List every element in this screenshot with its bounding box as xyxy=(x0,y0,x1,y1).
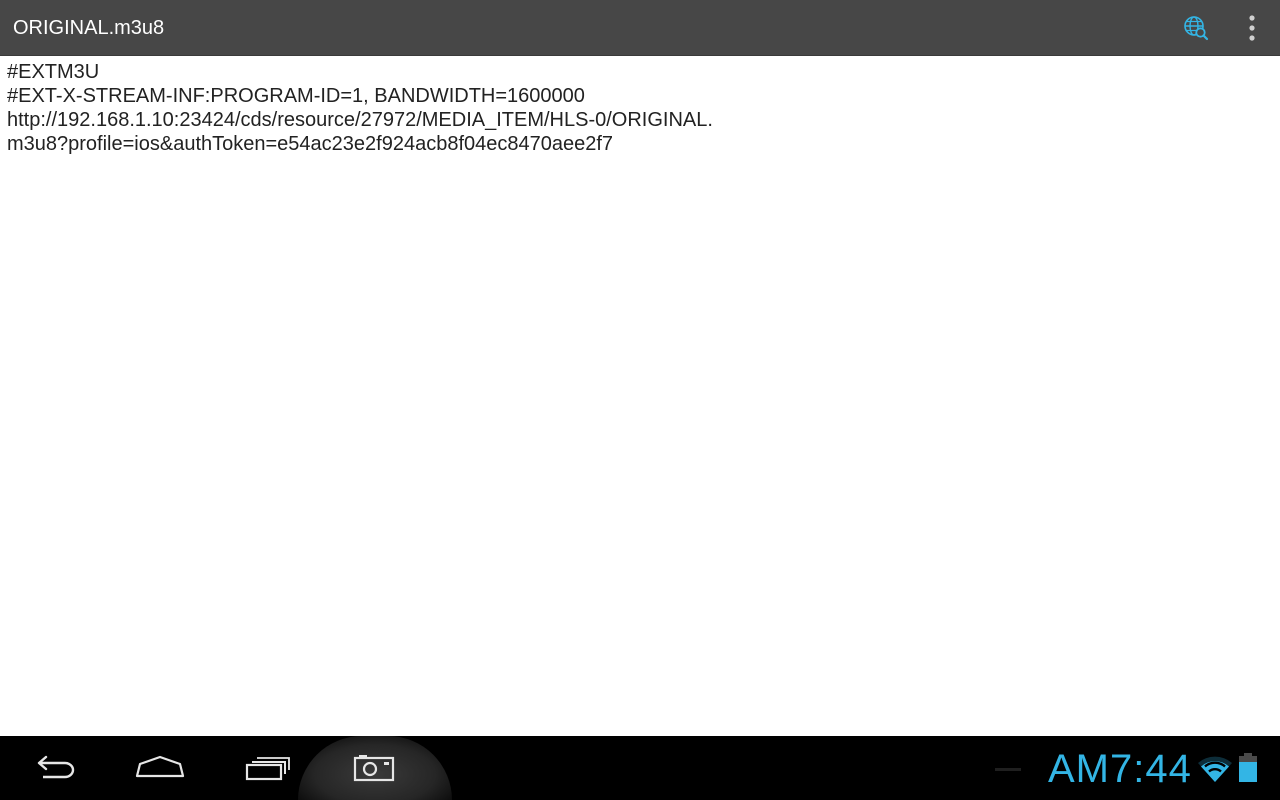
home-icon xyxy=(135,755,185,778)
screen: ORIGINAL.m3u8 #EXTM3U #EXT-X-STREAM-INF:… xyxy=(0,0,1280,800)
notification-indicator[interactable] xyxy=(995,768,1021,771)
home-button[interactable] xyxy=(128,746,192,790)
screenshot-button[interactable] xyxy=(342,746,406,790)
recent-apps-icon xyxy=(245,757,290,781)
overflow-menu-button[interactable] xyxy=(1232,8,1272,48)
overflow-menu-icon xyxy=(1249,15,1255,41)
camera-icon xyxy=(353,755,395,782)
status-clock[interactable]: AM7:44 xyxy=(1048,746,1192,792)
wifi-icon xyxy=(1198,756,1232,782)
content-line: #EXTM3U xyxy=(7,61,100,83)
back-button[interactable] xyxy=(21,746,85,790)
recent-apps-button[interactable] xyxy=(236,746,300,790)
content-line: #EXT-X-STREAM-INF:PROGRAM-ID=1, BANDWIDT… xyxy=(7,85,585,107)
content-line: m3u8?profile=ios&authToken=e54ac23e2f924… xyxy=(7,133,614,155)
back-icon xyxy=(37,755,75,779)
content-line: http://192.168.1.10:23424/cds/resource/2… xyxy=(7,109,713,131)
globe-search-icon xyxy=(1184,16,1209,41)
action-bar: ORIGINAL.m3u8 xyxy=(0,0,1280,56)
globe-search-button[interactable] xyxy=(1176,8,1216,48)
file-content: #EXTM3U #EXT-X-STREAM-INF:PROGRAM-ID=1, … xyxy=(7,60,1267,156)
battery-icon xyxy=(1239,753,1257,782)
page-title: ORIGINAL.m3u8 xyxy=(13,17,165,39)
